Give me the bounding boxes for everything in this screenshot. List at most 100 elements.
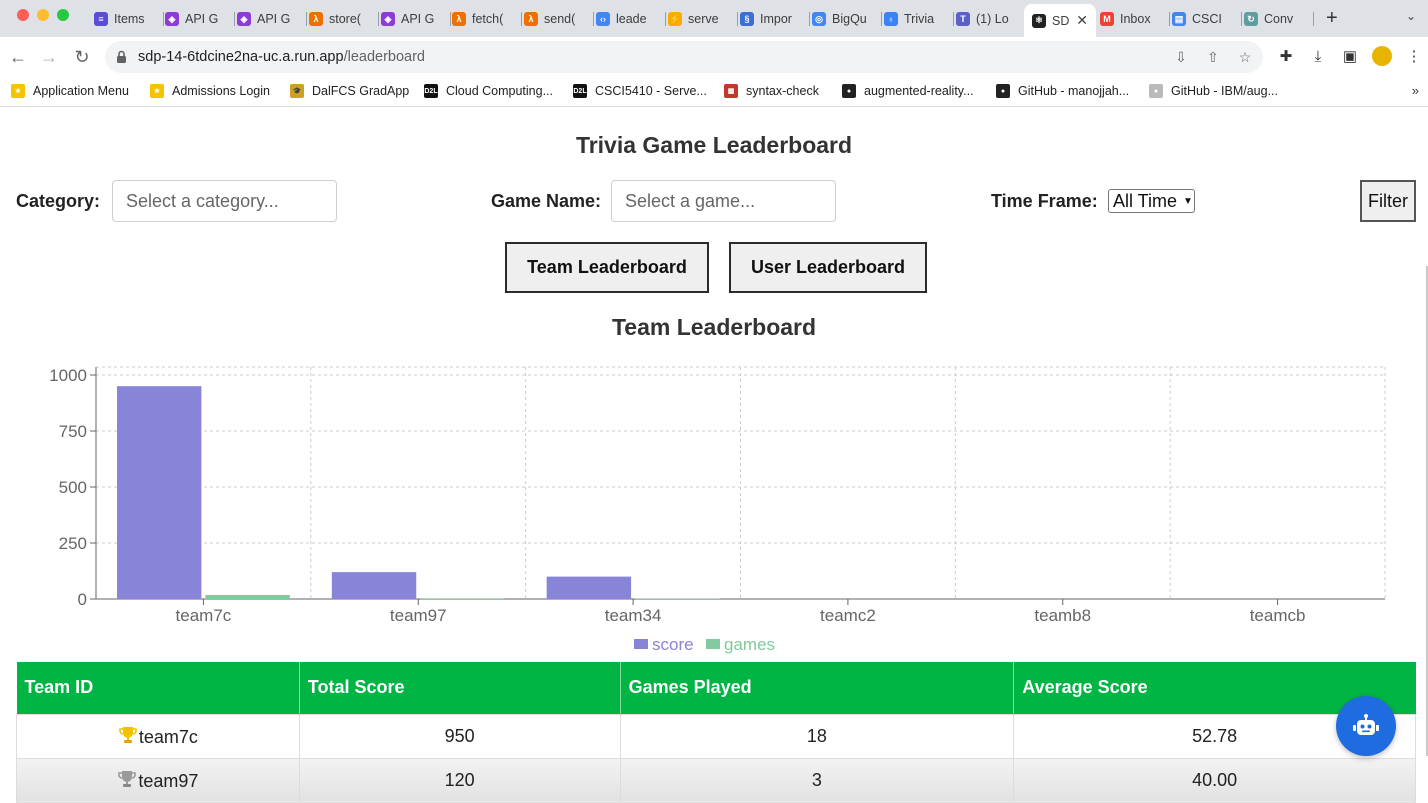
- tab-separator: [737, 12, 738, 26]
- team-id: team97: [138, 771, 198, 791]
- reload-button[interactable]: ↻: [71, 46, 93, 68]
- bookmark-item[interactable]: ●augmented-reality...: [842, 84, 974, 98]
- chatbot-launcher-button[interactable]: [1336, 696, 1396, 756]
- legend-swatch-games: [706, 639, 720, 649]
- browser-tab[interactable]: §Impor: [740, 5, 810, 33]
- user-leaderboard-button[interactable]: User Leaderboard: [729, 242, 927, 293]
- bookmark-item[interactable]: ▦syntax-check: [724, 84, 819, 98]
- lock-icon: [116, 50, 127, 64]
- bar-score: [332, 572, 416, 599]
- leaderboard-table: Team ID Total Score Games Played Average…: [16, 662, 1416, 803]
- tab-favicon-icon: ◈: [381, 12, 395, 26]
- tab-label: CSCI: [1192, 12, 1222, 26]
- game-name-input[interactable]: [611, 180, 836, 222]
- browser-tab[interactable]: ‹› leade: [596, 5, 666, 33]
- tab-favicon-icon: ≡: [94, 12, 108, 26]
- tab-favicon-icon: ▤: [1172, 12, 1186, 26]
- leaderboard-page: Trivia Game Leaderboard Category: Game N…: [0, 108, 1428, 794]
- browser-tab[interactable]: ⚛ SD ✕: [1024, 4, 1096, 37]
- bookmark-item[interactable]: ★Application Menu: [11, 84, 129, 98]
- bookmark-item[interactable]: D2LCSCI5410 - Serve...: [573, 84, 707, 98]
- bookmark-item[interactable]: ★Admissions Login: [150, 84, 270, 98]
- team-id-cell: team7c: [17, 714, 300, 758]
- tab-separator: [234, 12, 235, 26]
- tab-favicon-icon: ◎: [812, 12, 826, 26]
- browser-tab[interactable]: ◈API G: [381, 5, 451, 33]
- tab-favicon-icon: ⚛: [1032, 14, 1046, 28]
- tab-label: SD: [1052, 14, 1069, 28]
- share-icon[interactable]: ⇧: [1205, 49, 1221, 65]
- new-tab-button[interactable]: +: [1326, 7, 1338, 30]
- bookmark-label: Application Menu: [33, 84, 129, 98]
- bookmarks-bar: ★Application Menu ★Admissions Login 🎓DalFC…: [0, 77, 1428, 107]
- browser-tab[interactable]: λstore(: [309, 5, 379, 33]
- tab-separator: [163, 12, 164, 26]
- browser-tab[interactable]: λfetch(: [452, 5, 522, 33]
- tab-label: Trivia: [904, 12, 934, 26]
- browser-tab[interactable]: ◎BigQu: [812, 5, 882, 33]
- browser-tab[interactable]: ◈API G: [237, 5, 307, 33]
- bookmark-label: syntax-check: [746, 84, 819, 98]
- tab-search-icon[interactable]: ⌄: [1406, 9, 1416, 23]
- browser-tab[interactable]: ▤ CSCI: [1172, 5, 1242, 33]
- category-label: Category:: [16, 191, 100, 212]
- bookmark-label: Admissions Login: [172, 84, 270, 98]
- legend-label-games: games: [724, 635, 775, 654]
- profile-avatar[interactable]: [1372, 46, 1392, 66]
- filter-button[interactable]: Filter: [1360, 180, 1416, 222]
- tab-favicon-icon: ◈: [237, 12, 251, 26]
- game-name-label: Game Name:: [491, 191, 601, 212]
- bookmark-favicon-icon: D2L: [424, 84, 438, 98]
- tab-separator: [953, 12, 954, 26]
- table-row[interactable]: team97 120 3 40.00: [17, 758, 1416, 802]
- extensions-puzzle-icon[interactable]: ✚: [1277, 47, 1295, 65]
- browser-tab[interactable]: ≡Items: [94, 5, 164, 33]
- tab-label: serve: [688, 12, 719, 26]
- address-bar[interactable]: sdp-14-6tdcine2na-uc.a.run.app/leaderboa…: [105, 41, 1263, 73]
- browser-tab[interactable]: ⚡serve: [668, 5, 738, 33]
- url-text[interactable]: sdp-14-6tdcine2na-uc.a.run.app/leaderboa…: [138, 49, 425, 65]
- tab-separator: [378, 12, 379, 26]
- close-window-button[interactable]: [17, 9, 29, 21]
- section-title: Team Leaderboard: [0, 314, 1428, 341]
- team-leaderboard-button[interactable]: Team Leaderboard: [505, 242, 709, 293]
- gold-trophy-icon: [118, 725, 138, 745]
- team-id: team7c: [139, 727, 198, 747]
- time-frame-select[interactable]: All Time ▼: [1108, 189, 1195, 213]
- table-row[interactable]: team7c 950 18 52.78: [17, 714, 1416, 758]
- tab-favicon-icon: ‹›: [596, 12, 610, 26]
- tab-separator: [593, 12, 594, 26]
- y-tick-label: 500: [59, 478, 87, 497]
- browser-tab[interactable]: ♁Trivia: [884, 5, 954, 33]
- browser-tab[interactable]: T(1) Lo: [956, 5, 1026, 33]
- tab-label: Conv: [1264, 12, 1293, 26]
- tab-separator: [1169, 12, 1170, 26]
- install-app-icon[interactable]: ⇩: [1173, 49, 1189, 65]
- back-button[interactable]: ←: [7, 46, 29, 68]
- bar-games: [420, 598, 504, 599]
- tab-separator: [1241, 12, 1242, 26]
- close-tab-icon[interactable]: ✕: [1076, 12, 1088, 29]
- bookmark-item[interactable]: 🎓DalFCS GradApp: [290, 84, 409, 98]
- category-input[interactable]: [112, 180, 337, 222]
- forward-button[interactable]: →: [38, 46, 60, 68]
- side-panel-icon[interactable]: ▣: [1341, 47, 1359, 65]
- bookmark-star-icon[interactable]: ☆: [1237, 49, 1253, 65]
- bookmark-item[interactable]: ●GitHub - IBM/aug...: [1149, 84, 1278, 98]
- header-total-score: Total Score: [299, 662, 620, 714]
- tab-label: leade: [616, 12, 647, 26]
- browser-tab[interactable]: ↻Conv: [1244, 5, 1314, 33]
- browser-tab[interactable]: MInbox: [1100, 5, 1170, 33]
- browser-menu-icon[interactable]: ⋮: [1405, 47, 1423, 65]
- more-bookmarks-icon[interactable]: »: [1412, 83, 1419, 98]
- bookmark-item[interactable]: D2LCloud Computing...: [424, 84, 553, 98]
- browser-tab[interactable]: λsend(: [524, 5, 594, 33]
- x-tick-label: teamcb: [1250, 606, 1306, 625]
- maximize-window-button[interactable]: [57, 9, 69, 21]
- bookmark-item[interactable]: ●GitHub - manojjah...: [996, 84, 1129, 98]
- minimize-window-button[interactable]: [37, 9, 49, 21]
- browser-tab[interactable]: ◈API G: [165, 5, 235, 33]
- bar-score: [117, 386, 201, 599]
- tab-favicon-icon: λ: [309, 12, 323, 26]
- downloads-icon[interactable]: ⤓: [1309, 47, 1327, 65]
